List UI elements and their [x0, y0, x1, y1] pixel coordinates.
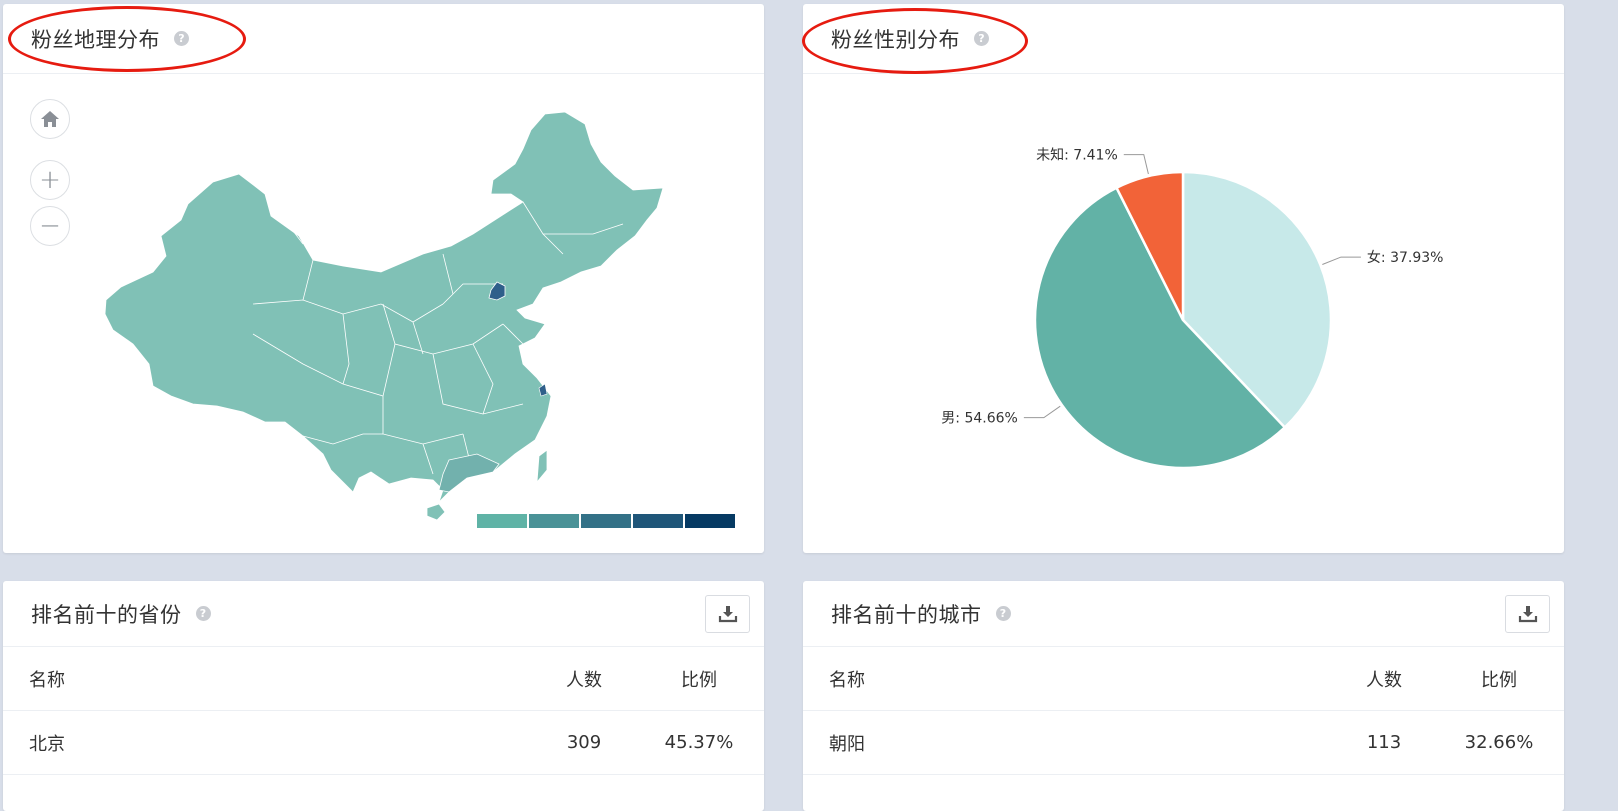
download-button[interactable] — [1505, 595, 1550, 633]
row-count: 309 — [566, 732, 602, 753]
pie-label-line-0 — [1322, 256, 1361, 265]
legend-swatch[interactable] — [581, 514, 631, 528]
provinces-card-header: 排名前十的省份 ? — [3, 581, 764, 647]
column-count-header: 人数 — [566, 669, 602, 691]
pie-label-line-1 — [1023, 405, 1061, 419]
column-count-header: 人数 — [1366, 669, 1402, 691]
pie-label-0: 女: 37.93% — [1367, 249, 1444, 266]
legend-swatch[interactable] — [477, 514, 527, 528]
provinces-table-header: 名称 人数 比例 — [3, 647, 764, 711]
pie-label-2: 未知: 7.41% — [1036, 147, 1118, 164]
cities-table-header: 名称 人数 比例 — [803, 647, 1564, 711]
row-ratio: 32.66% — [1464, 732, 1534, 753]
column-name-header: 名称 — [29, 669, 65, 691]
column-name-header: 名称 — [829, 669, 865, 691]
legend-swatch[interactable] — [529, 514, 579, 528]
map-region-hainan — [426, 503, 446, 521]
map-region-taiwan — [536, 449, 548, 484]
china-map[interactable] — [3, 4, 764, 553]
map-legend — [477, 514, 735, 528]
cities-card-title: 排名前十的城市 — [831, 602, 982, 627]
download-icon — [1518, 606, 1537, 623]
pie-label-line-2 — [1123, 154, 1149, 175]
download-icon — [718, 606, 737, 623]
help-icon[interactable]: ? — [195, 606, 211, 621]
table-row: 朝阳 113 32.66% — [803, 711, 1564, 775]
table-row: 北京 309 45.37% — [3, 711, 764, 775]
gender-pie-chart[interactable]: 女: 37.93% 男: 54.66% 未知: 7.41% — [803, 4, 1564, 553]
row-count: 113 — [1366, 732, 1402, 753]
legend-swatch[interactable] — [685, 514, 735, 528]
legend-swatch[interactable] — [633, 514, 683, 528]
row-name: 朝阳 — [829, 733, 865, 755]
cities-card-header: 排名前十的城市 ? — [803, 581, 1564, 647]
download-button[interactable] — [705, 595, 750, 633]
help-icon[interactable]: ? — [995, 606, 1011, 621]
top-cities-card: 排名前十的城市 ? 名称 人数 比例 朝阳 113 32.66% — [803, 581, 1564, 811]
gender-distribution-card: 粉丝性别分布 ? 女: 37.93% 男: 54.66% 未知: 7.41% — [803, 4, 1564, 553]
row-ratio: 45.37% — [664, 732, 734, 753]
geo-distribution-card: 粉丝地理分布 ? + − — [3, 4, 764, 553]
top-provinces-card: 排名前十的省份 ? 名称 人数 比例 北京 309 45.37% — [3, 581, 764, 811]
column-ratio-header: 比例 — [1481, 669, 1517, 691]
pie-label-1: 男: 54.66% — [941, 411, 1018, 427]
column-ratio-header: 比例 — [681, 669, 717, 691]
provinces-card-title: 排名前十的省份 — [31, 602, 182, 627]
row-name: 北京 — [29, 733, 65, 755]
